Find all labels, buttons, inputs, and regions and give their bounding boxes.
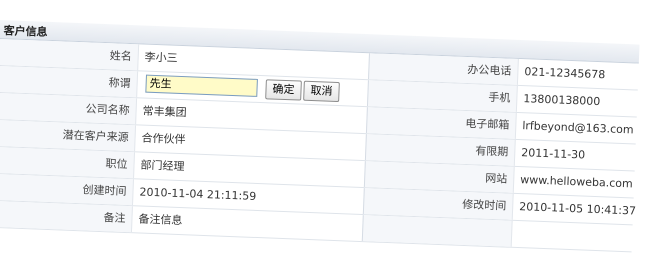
empty-value: [512, 221, 639, 252]
created-time-label: 创建时间: [0, 173, 134, 206]
company-label: 公司名称: [0, 92, 138, 125]
panel-title: 客户信息: [3, 24, 48, 39]
remark-label: 备注: [0, 200, 133, 233]
cancel-button[interactable]: 取消: [303, 80, 340, 103]
lead-source-label: 潜在客户来源: [0, 119, 137, 152]
modified-time-value: 2010-11-05 10:41:37: [518, 200, 637, 218]
confirm-button[interactable]: 确定: [265, 79, 302, 101]
customer-info-panel: 客户信息 姓名 李小三 办公电话 021-12345678 称谓 确定 取消 手…: [0, 0, 650, 265]
title-edit-input[interactable]: [145, 74, 258, 97]
title-label: 称谓: [0, 65, 139, 98]
website-value[interactable]: www.helloweba.com: [514, 167, 641, 198]
mobile-value[interactable]: 13800138000: [517, 86, 644, 117]
name-label: 姓名: [0, 38, 140, 71]
empty-label: [361, 215, 513, 247]
expiry-value[interactable]: 2011-11-30: [515, 140, 642, 171]
office-phone-value[interactable]: 021-12345678: [518, 59, 645, 90]
position-label: 职位: [0, 146, 136, 179]
email-value[interactable]: lrfbeyond@163.com: [516, 113, 643, 144]
